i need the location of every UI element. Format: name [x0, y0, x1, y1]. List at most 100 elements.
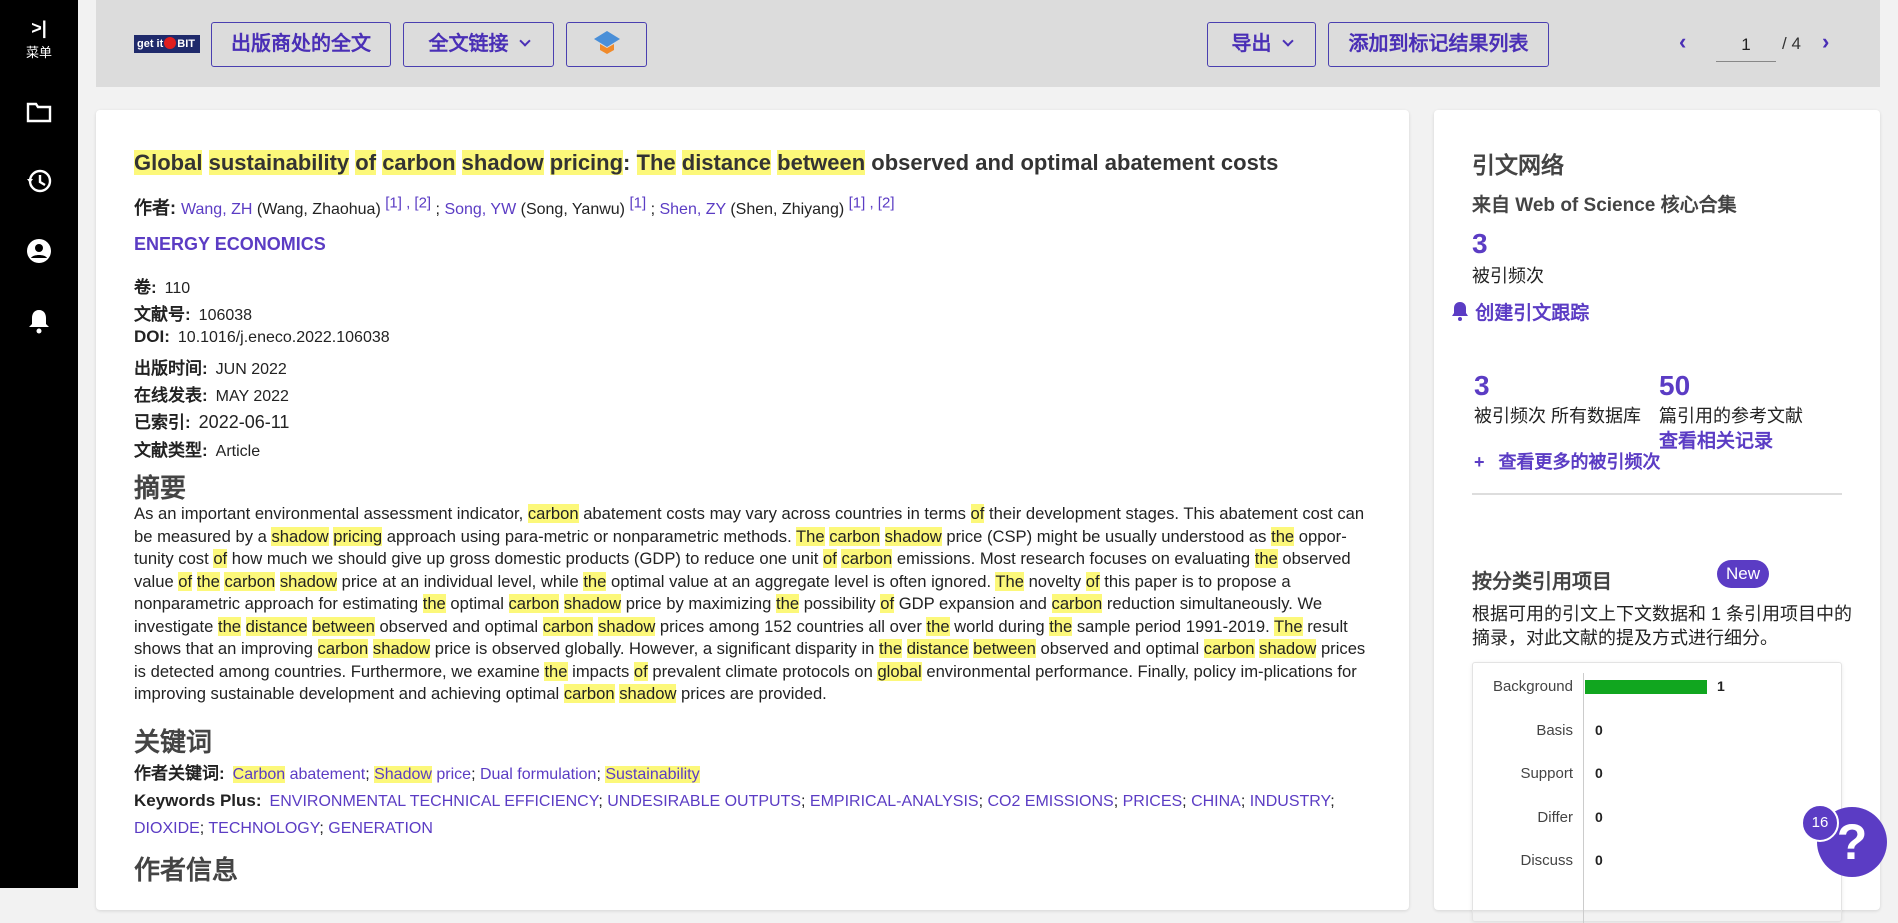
add-to-marked-list-button[interactable]: 添加到标记结果列表 [1328, 22, 1549, 67]
author-link[interactable]: Wang, ZH [181, 201, 252, 218]
abstract-text: GDP expansion and [894, 594, 1052, 613]
references-count[interactable]: 50 [1659, 370, 1690, 402]
keyword-link[interactable]: Carbon abatement [232, 766, 365, 783]
abstract-highlight: carbon [508, 594, 560, 613]
separator: ; [598, 793, 608, 810]
keyword-plus-link[interactable]: DIOXIDE [134, 820, 200, 837]
keyword-link[interactable]: Sustainability [605, 766, 700, 783]
create-citation-alert[interactable]: 创建引文跟踪 [1450, 298, 1589, 325]
mendeley-button[interactable] [566, 22, 647, 67]
keyword-plus-link[interactable]: TECHNOLOGY [208, 820, 319, 837]
abstract-highlight: carbon [829, 526, 880, 546]
author-affiliation-refs[interactable]: [1] [629, 195, 646, 212]
abstract-highlight: of [633, 661, 648, 681]
all-db-cited-count[interactable]: 3 [1474, 370, 1490, 402]
keyword-highlight: Shadow [374, 766, 432, 783]
abstract-highlight: The [796, 526, 825, 546]
abstract-text [880, 527, 885, 546]
chart-axis [1583, 673, 1584, 923]
keyword-plus-link[interactable]: CHINA [1191, 793, 1241, 810]
chart-row-discuss[interactable]: Discuss 0 [1473, 847, 1843, 877]
title-highlight: shadow [461, 150, 544, 175]
metadata-value: 106038 [198, 307, 253, 324]
menu-button[interactable]: >| 菜单 [0, 18, 78, 61]
author-affiliation-refs[interactable]: [1] , [2] [849, 195, 895, 212]
metadata-label: 在线发表: [134, 386, 208, 405]
folder-icon[interactable] [24, 97, 54, 127]
account-icon[interactable] [24, 236, 54, 266]
abstract-highlight: shadow [563, 594, 622, 613]
author-link[interactable]: Shen, ZY [659, 201, 725, 218]
separator: ; [319, 820, 329, 837]
notification-bell-icon[interactable] [24, 306, 54, 336]
abstract-text: prices among 152 countries all over [655, 616, 927, 636]
abstract-text: how much we should give up gross domesti… [227, 549, 823, 568]
divider [1472, 493, 1842, 495]
keyword-link[interactable]: Shadow price [374, 766, 471, 783]
logo-dot-icon [164, 37, 177, 49]
author-keywords-label: 作者关键词: [134, 764, 225, 783]
get-it-bit-logo[interactable]: get it BIT [134, 35, 200, 53]
publisher-fulltext-button[interactable]: 出版商处的全文 [211, 22, 391, 67]
record-number-input[interactable] [1716, 28, 1776, 62]
keyword-plus-link[interactable]: CO2 EMISSIONS [987, 793, 1113, 810]
keyword-link[interactable]: Dual formulation [480, 766, 597, 783]
separator: ; [365, 766, 375, 783]
chevron-down-icon [518, 35, 531, 47]
keywords-plus: Keywords Plus: ENVIRONMENTAL TECHNICAL EF… [134, 787, 1384, 842]
keyword-plus-link[interactable]: UNDESIRABLE OUTPUTS [607, 793, 801, 810]
abstract-highlight: shadow [1259, 639, 1317, 658]
abstract-highlight: carbon [1203, 639, 1255, 658]
previous-record-icon[interactable]: ‹ [1679, 31, 1693, 53]
chart-value-label: 0 [1595, 852, 1603, 868]
abstract-highlight: the [926, 616, 950, 636]
abstract-highlight: shadow [598, 616, 656, 636]
author-info-heading: 作者信息 [134, 855, 239, 885]
view-related-records-link[interactable]: 查看相关记录 [1659, 426, 1773, 453]
keyword-plus-link[interactable]: PRICES [1123, 793, 1183, 810]
menu-label: 菜单 [25, 45, 52, 60]
wos-source-label: 来自 Web of Science 核心合集 [1472, 195, 1737, 216]
abstract-highlight: shadow [271, 526, 329, 546]
abstract-text: emissions. Most research focuses on eval… [892, 549, 1255, 568]
keyword-plus-link[interactable]: EMPIRICAL-ANALYSIS [810, 793, 979, 810]
bell-icon [1452, 302, 1468, 321]
chart-value-label: 0 [1595, 808, 1603, 825]
abstract-highlight: of [1085, 571, 1100, 591]
author-affiliation-refs[interactable]: [1] , [2] [385, 195, 431, 212]
chart-row-basis[interactable]: Basis 0 [1473, 717, 1843, 747]
separator: ; [1113, 793, 1123, 810]
keyword-plus-link[interactable]: GENERATION [328, 820, 433, 837]
chart-row-background[interactable]: Background 1 [1473, 673, 1843, 703]
journal-link[interactable]: ENERGY ECONOMICS [134, 234, 326, 255]
chevron-down-icon [1281, 35, 1294, 47]
metadata-label: 已索引: [134, 413, 191, 432]
keywords-heading: 关键词 [134, 727, 213, 757]
abstract-highlight: carbon [224, 571, 276, 591]
times-cited-label: 被引频次 [1472, 266, 1544, 286]
fulltext-links-dropdown[interactable]: 全文链接 [403, 22, 554, 67]
abstract-highlight: the [196, 571, 220, 591]
separator: ; [596, 766, 606, 783]
abstract-text: optimal [445, 594, 509, 613]
author-link[interactable]: Song, YW [444, 201, 516, 218]
abstract-highlight: shadow [279, 571, 338, 591]
keyword-plus-link[interactable]: ENVIRONMENTAL TECHNICAL EFFICIENCY [270, 793, 599, 810]
abstract-text: sample period 1991-2019. [1072, 616, 1274, 636]
chart-row-differ[interactable]: Differ 0 [1473, 804, 1843, 834]
citation-classification-chart: Background 1 Basis 0 Support 0 Differ 0 Discuss 0 [1472, 662, 1843, 923]
chart-row-support[interactable]: Support 0 [1473, 760, 1843, 790]
abstract-highlight: pricing [333, 526, 383, 546]
view-more-times-cited-link[interactable]: + 查看更多的被引频次 [1474, 448, 1661, 474]
keyword-plus-link[interactable]: INDUSTRY [1250, 793, 1330, 810]
chart-value-label: 1 [1717, 678, 1725, 694]
history-icon[interactable] [24, 166, 54, 196]
abstract-highlight: the [776, 594, 800, 613]
export-dropdown[interactable]: 导出 [1207, 22, 1316, 67]
abstract-highlight: between [973, 639, 1036, 658]
abstract-highlight: carbon [841, 549, 893, 568]
times-cited-count[interactable]: 3 [1472, 228, 1488, 260]
chart-bar[interactable] [1585, 680, 1707, 694]
abstract-highlight: of [970, 504, 985, 523]
next-record-icon[interactable]: › [1822, 31, 1836, 53]
